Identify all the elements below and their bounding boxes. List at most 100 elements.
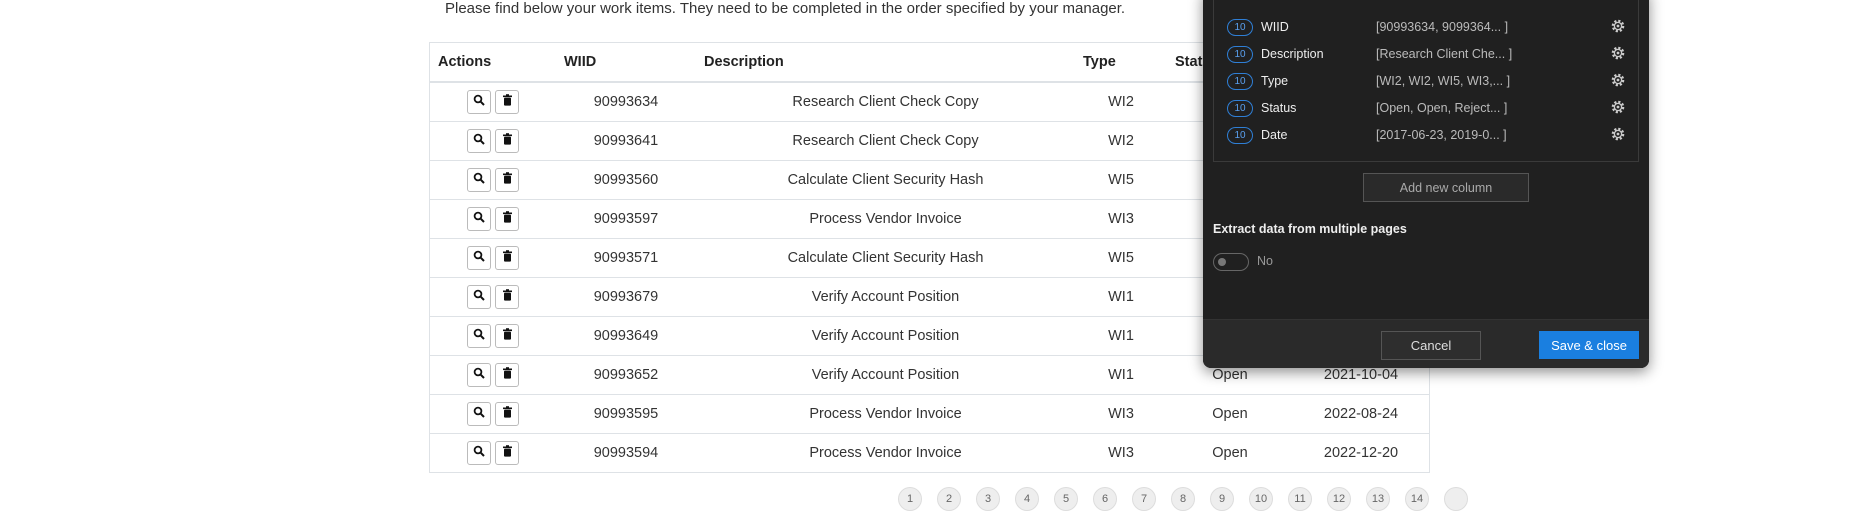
wiid-cell: 90993595 [556,394,696,434]
description-cell: Research Client Check Copy [696,121,1075,161]
description-cell: Research Client Check Copy [696,81,1075,122]
wiid-cell: 90993571 [556,238,696,278]
gear-icon[interactable] [1610,126,1626,145]
table-row: 90993595 Process Vendor Invoice WI3 Open 202… [430,394,1429,434]
column-name: Type [1261,74,1289,88]
column-row: 10 WIID [90993634, 9099364... ] [1220,12,1632,42]
trash-icon [502,445,513,461]
column-name: Date [1261,128,1288,142]
trash-icon [502,211,513,227]
trash-icon [502,328,513,344]
actions-cell [430,160,556,200]
delete-button[interactable] [495,168,519,192]
trash-icon [502,289,513,305]
multi-pages-toggle[interactable] [1213,253,1249,271]
delete-button[interactable] [495,324,519,348]
view-button[interactable] [467,402,491,426]
save-close-button[interactable]: Save & close [1539,331,1639,359]
page-button[interactable]: 12 [1327,487,1351,511]
actions-cell [430,81,556,122]
view-button[interactable] [467,285,491,309]
status-cell: Open [1167,433,1293,472]
description-cell: Process Vendor Invoice [696,394,1075,434]
gear-icon[interactable] [1610,45,1626,64]
delete-button[interactable] [495,285,519,309]
description-cell: Calculate Client Security Hash [696,238,1075,278]
gear-icon[interactable] [1610,72,1626,91]
description-cell: Verify Account Position [696,355,1075,395]
wiid-cell: 90993594 [556,433,696,472]
search-icon [473,406,485,422]
type-cell: WI2 [1075,121,1167,161]
page-button[interactable]: 3 [976,487,1000,511]
trash-icon [502,367,513,383]
gear-icon[interactable] [1610,18,1626,37]
column-name: Status [1261,101,1297,115]
page-button[interactable]: 8 [1171,487,1195,511]
gear-icon[interactable] [1610,99,1626,118]
view-button[interactable] [467,207,491,231]
column-row: 10 Description [Research Client Che... ] [1220,39,1632,69]
search-icon [473,211,485,227]
pagination: 1 2 3 4 5 6 7 8 9 10 11 12 13 14 [898,487,1468,511]
delete-button[interactable] [495,441,519,465]
wiid-cell: 90993652 [556,355,696,395]
actions-cell [430,433,556,472]
page-button[interactable]: 1 [898,487,922,511]
delete-button[interactable] [495,129,519,153]
column-count-badge: 10 [1227,99,1253,117]
wiid-cell: 90993634 [556,81,696,122]
page-button[interactable]: 13 [1366,487,1390,511]
type-cell: WI2 [1075,81,1167,122]
trash-icon [502,172,513,188]
page-button[interactable]: 10 [1249,487,1273,511]
delete-button[interactable] [495,402,519,426]
page-button[interactable]: 7 [1132,487,1156,511]
column-row: 10 Type [WI2, WI2, WI5, WI3,... ] [1220,66,1632,96]
page-button[interactable]: 4 [1015,487,1039,511]
page-button[interactable]: 14 [1405,487,1429,511]
view-button[interactable] [467,90,491,114]
view-button[interactable] [467,246,491,270]
type-cell: WI3 [1075,394,1167,434]
description-cell: Verify Account Position [696,316,1075,356]
actions-cell [430,238,556,278]
page-button[interactable] [1444,487,1468,511]
actions-cell [430,121,556,161]
col-header-type: Type [1075,43,1167,83]
view-button[interactable] [467,441,491,465]
page-button[interactable]: 2 [937,487,961,511]
type-cell: WI1 [1075,316,1167,356]
delete-button[interactable] [495,90,519,114]
type-cell: WI5 [1075,238,1167,278]
view-button[interactable] [467,324,491,348]
delete-button[interactable] [495,246,519,270]
column-count-badge: 10 [1227,18,1253,36]
view-button[interactable] [467,129,491,153]
actions-cell [430,199,556,239]
cancel-button[interactable]: Cancel [1381,331,1481,360]
add-column-button[interactable]: Add new column [1363,173,1529,202]
delete-button[interactable] [495,363,519,387]
type-cell: WI3 [1075,199,1167,239]
wiid-cell: 90993641 [556,121,696,161]
view-button[interactable] [467,168,491,192]
view-button[interactable] [467,363,491,387]
toggle-knob [1218,258,1226,266]
description-cell: Process Vendor Invoice [696,433,1075,472]
search-icon [473,367,485,383]
page-button[interactable]: 9 [1210,487,1234,511]
col-header-wiid: WIID [556,43,696,83]
toggle-value-label: No [1257,254,1273,268]
page-button[interactable]: 5 [1054,487,1078,511]
wiid-cell: 90993597 [556,199,696,239]
intro-text: Please find below your work items. They … [445,0,1126,17]
col-header-description: Description [696,43,1075,83]
description-cell: Calculate Client Security Hash [696,160,1075,200]
actions-cell [430,277,556,317]
page-button[interactable]: 6 [1093,487,1117,511]
column-preview: [90993634, 9099364... ] [1376,20,1509,34]
delete-button[interactable] [495,207,519,231]
page-button[interactable]: 11 [1288,487,1312,511]
column-preview: [WI2, WI2, WI5, WI3,... ] [1376,74,1511,88]
